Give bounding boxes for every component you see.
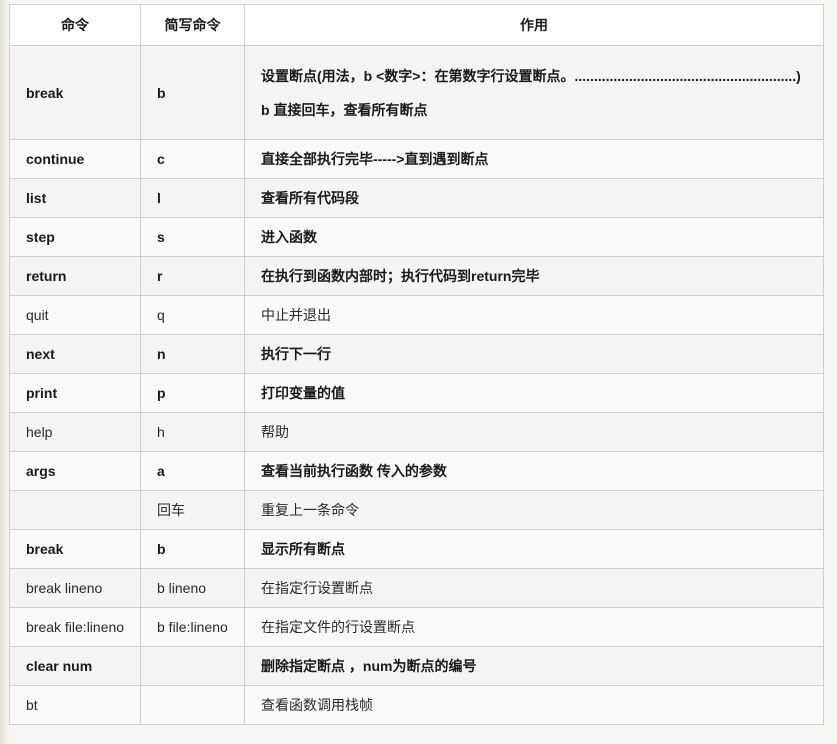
cell-short-command: h (140, 412, 245, 452)
cell-command: clear num (9, 646, 141, 686)
table-row: quit q 中止并退出 (9, 295, 824, 335)
description-line: 显示所有断点 (261, 541, 345, 557)
description-line: 帮助 (261, 424, 289, 440)
cell-short-command: n (140, 334, 245, 374)
table-row: clear num 删除指定断点 ，num为断点的编号 (9, 646, 824, 686)
cell-command: return (9, 256, 141, 296)
cell-description: 在执行到函数内部时；执行代码到return完毕 (244, 256, 824, 296)
cell-command: break lineno (9, 568, 141, 608)
description-line: 查看函数调用栈帧 (261, 697, 373, 713)
cell-description: 查看函数调用栈帧 (244, 685, 824, 725)
cell-command: break (9, 529, 141, 569)
cell-command (9, 490, 141, 530)
description-line: 执行下一行 (261, 346, 331, 362)
cell-command: help (9, 412, 141, 452)
description-line: 进入函数 (261, 229, 317, 245)
cell-description: 设置断点(用法，b <数字>：在第数字行设置断点。...............… (244, 45, 824, 140)
description-line: 设置断点(用法，b <数字>：在第数字行设置断点。...............… (261, 67, 801, 84)
cell-short-command: 回车 (140, 490, 245, 530)
cell-short-command: p (140, 373, 245, 413)
cell-short-command: q (140, 295, 245, 335)
cell-command: next (9, 334, 141, 374)
cell-description: 中止并退出 (244, 295, 824, 335)
description-line: 在指定行设置断点 (261, 580, 373, 596)
cell-description: 进入函数 (244, 217, 824, 257)
cell-short-command: s (140, 217, 245, 257)
cell-short-command: b lineno (140, 568, 245, 608)
pdb-commands-table-container: 命令 简写命令 作用 break b 设置断点(用法，b <数字>：在第数字行设置断… (9, 4, 824, 725)
cell-description: 查看当前执行函数 传入的参数 (244, 451, 824, 491)
cell-short-command (140, 646, 245, 686)
table-row: list l 查看所有代码段 (9, 178, 824, 218)
table-row: print p 打印变量的值 (9, 373, 824, 413)
table-row: break b 设置断点(用法，b <数字>：在第数字行设置断点。.........… (9, 45, 824, 140)
table-row: break b 显示所有断点 (9, 529, 824, 569)
header-short-command: 简写命令 (140, 4, 245, 46)
table-row: break file:lineno b file:lineno 在指定文件的行设置断… (9, 607, 824, 647)
cell-description: 执行下一行 (244, 334, 824, 374)
table-row: bt 查看函数调用栈帧 (9, 685, 824, 725)
table-row: continue c 直接全部执行完毕----->直到遇到断点 (9, 139, 824, 179)
description-line: 中止并退出 (261, 307, 331, 323)
description-line: 查看当前执行函数 传入的参数 (261, 463, 447, 479)
table-row: args a 查看当前执行函数 传入的参数 (9, 451, 824, 491)
description-line: b 直接回车，查看所有断点 (261, 101, 428, 118)
header-command: 命令 (9, 4, 141, 46)
cell-description: 打印变量的值 (244, 373, 824, 413)
cell-short-command: b (140, 45, 245, 140)
cell-description: 在指定行设置断点 (244, 568, 824, 608)
cell-command: bt (9, 685, 141, 725)
cell-command: quit (9, 295, 141, 335)
table-row: break lineno b lineno 在指定行设置断点 (9, 568, 824, 608)
pdb-commands-table: 命令 简写命令 作用 break b 设置断点(用法，b <数字>：在第数字行设置断… (9, 4, 824, 725)
cell-description: 显示所有断点 (244, 529, 824, 569)
description-line: 重复上一条命令 (261, 502, 359, 518)
description-line: 在执行到函数内部时；执行代码到return完毕 (261, 268, 540, 284)
table-row: step s 进入函数 (9, 217, 824, 257)
description-line: 直接全部执行完毕----->直到遇到断点 (261, 151, 489, 167)
cell-description: 重复上一条命令 (244, 490, 824, 530)
cell-description: 帮助 (244, 412, 824, 452)
cell-command: print (9, 373, 141, 413)
cell-command: args (9, 451, 141, 491)
cell-short-command: b (140, 529, 245, 569)
cell-description: 直接全部执行完毕----->直到遇到断点 (244, 139, 824, 179)
header-description: 作用 (244, 4, 824, 46)
cell-description: 删除指定断点 ，num为断点的编号 (244, 646, 824, 686)
description-line: 删除指定断点 ，num为断点的编号 (261, 658, 477, 674)
cell-description: 查看所有代码段 (244, 178, 824, 218)
cell-short-command (140, 685, 245, 725)
table-body: break b 设置断点(用法，b <数字>：在第数字行设置断点。.........… (9, 45, 824, 725)
description-line: 在指定文件的行设置断点 (261, 619, 415, 635)
table-row: next n 执行下一行 (9, 334, 824, 374)
cell-short-command: l (140, 178, 245, 218)
header-row: 命令 简写命令 作用 (9, 4, 824, 46)
table-header: 命令 简写命令 作用 (9, 4, 824, 46)
table-row: 回车 重复上一条命令 (9, 490, 824, 530)
cell-command: continue (9, 139, 141, 179)
description-line: 查看所有代码段 (261, 190, 359, 206)
cell-command: break (9, 45, 141, 140)
description-line: 打印变量的值 (261, 385, 345, 401)
cell-command: step (9, 217, 141, 257)
cell-short-command: r (140, 256, 245, 296)
table-row: help h 帮助 (9, 412, 824, 452)
cell-short-command: b file:lineno (140, 607, 245, 647)
cell-description: 在指定文件的行设置断点 (244, 607, 824, 647)
cell-command: list (9, 178, 141, 218)
cell-command: break file:lineno (9, 607, 141, 647)
cell-short-command: c (140, 139, 245, 179)
cell-short-command: a (140, 451, 245, 491)
table-row: return r 在执行到函数内部时；执行代码到return完毕 (9, 256, 824, 296)
